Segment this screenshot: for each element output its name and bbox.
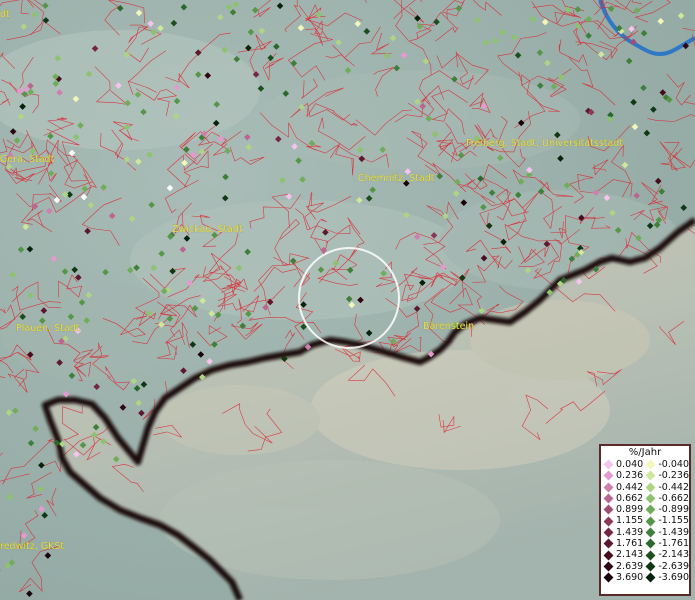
- legend-entry: 0.040: [603, 459, 645, 470]
- legend-swatch-icon: [645, 470, 656, 481]
- legend-label: -0.442: [658, 481, 689, 493]
- label-freiberg: Freiberg, Stadt, Universitätsstadt: [466, 138, 623, 149]
- legend-swatch-icon: [645, 527, 656, 538]
- legend-label: -1.155: [658, 515, 689, 527]
- legend-swatch-icon: [645, 561, 656, 572]
- legend-positive-column: 0.040 0.236 0.442 0.662 0.899 1.155 1.439 1.761…: [603, 459, 645, 583]
- legend-entry: -0.040: [645, 459, 689, 470]
- label-redwitz: redwitz, GKSt: [0, 541, 64, 552]
- legend-label: -1.439: [658, 526, 689, 538]
- legend-entry: -1.155: [645, 515, 689, 526]
- legend-label: 0.236: [616, 470, 644, 482]
- legend-entry: 1.439: [603, 527, 645, 538]
- legend-entry: 1.761: [603, 538, 645, 549]
- legend-label: -0.040: [658, 459, 689, 470]
- legend-entry: 0.899: [603, 504, 645, 515]
- legend-label: 1.155: [616, 515, 644, 527]
- legend-label: 1.439: [616, 526, 644, 538]
- legend-swatch-icon: [603, 572, 614, 583]
- legend-label: 0.442: [616, 481, 644, 493]
- legend-entry: 0.442: [603, 482, 645, 493]
- legend-entry: -0.442: [645, 482, 689, 493]
- legend-entry: -0.662: [645, 493, 689, 504]
- legend-swatch-icon: [603, 561, 614, 572]
- label-plauen: Plauen, Stadt: [16, 323, 80, 334]
- legend-swatch-icon: [603, 550, 614, 560]
- legend-swatch-icon: [603, 459, 614, 470]
- legend: %/Jahr 0.040 0.236 0.442 0.662 0.899 1.155 1.4…: [599, 444, 691, 596]
- legend-entry: -0.236: [645, 470, 689, 481]
- legend-label: 2.639: [616, 560, 644, 572]
- legend-entry: 0.236: [603, 470, 645, 481]
- legend-swatch-icon: [603, 538, 614, 549]
- legend-negative-column: -0.040 -0.236 -0.442 -0.662 -0.899 -1.155 -1.4…: [645, 459, 689, 583]
- legend-label: -3.690: [658, 571, 689, 583]
- legend-entry: 2.639: [603, 561, 645, 572]
- legend-title: %/Jahr: [628, 447, 662, 458]
- legend-label: 2.143: [616, 549, 644, 561]
- legend-label: 0.899: [616, 504, 644, 516]
- legend-entry: -2.143: [645, 549, 689, 560]
- label-gera: Gera, Stadt: [0, 154, 55, 165]
- label-topleft-fragment: dt: [0, 9, 10, 20]
- legend-swatch-icon: [645, 516, 656, 527]
- legend-swatch-icon: [603, 504, 614, 515]
- legend-entry: 1.155: [603, 515, 645, 526]
- legend-swatch-icon: [645, 538, 656, 549]
- legend-label: -2.143: [658, 549, 689, 561]
- legend-label: 0.662: [616, 492, 644, 504]
- legend-label: -2.639: [658, 560, 689, 572]
- legend-entry: 2.143: [603, 549, 645, 560]
- legend-swatch-icon: [645, 550, 656, 560]
- legend-swatch-icon: [645, 504, 656, 515]
- label-chemnitz: Chemnitz, Stadt: [358, 173, 435, 184]
- legend-swatch-icon: [645, 459, 656, 470]
- legend-label: -1.761: [658, 538, 689, 550]
- label-zwickau: Zwickau, Stadt: [172, 224, 243, 235]
- legend-entry: -3.690: [645, 572, 689, 583]
- legend-label: -0.662: [658, 492, 689, 504]
- legend-label: 3.690: [616, 571, 644, 583]
- legend-label: -0.236: [658, 470, 689, 482]
- legend-entry: -1.761: [645, 538, 689, 549]
- legend-swatch-icon: [603, 470, 614, 481]
- legend-swatch-icon: [603, 493, 614, 504]
- legend-rows: 0.040 0.236 0.442 0.662 0.899 1.155 1.439 1.761…: [601, 459, 689, 583]
- legend-label: -0.899: [658, 504, 689, 516]
- legend-entry: -2.639: [645, 561, 689, 572]
- legend-entry: -0.899: [645, 504, 689, 515]
- legend-swatch-icon: [603, 516, 614, 527]
- legend-label: 1.761: [616, 538, 644, 550]
- legend-swatch-icon: [645, 493, 656, 504]
- legend-swatch-icon: [645, 482, 656, 493]
- legend-entry: 0.662: [603, 493, 645, 504]
- label-baerenstein: Bärenstein: [423, 321, 474, 332]
- legend-entry: -1.439: [645, 527, 689, 538]
- legend-swatch-icon: [603, 527, 614, 538]
- legend-label: 0.040: [616, 459, 644, 470]
- map-canvas[interactable]: Gera, Stadt Chemnitz, Stadt Freiberg, St…: [0, 0, 695, 600]
- legend-swatch-icon: [603, 482, 614, 493]
- legend-swatch-icon: [645, 572, 656, 583]
- legend-entry: 3.690: [603, 572, 645, 583]
